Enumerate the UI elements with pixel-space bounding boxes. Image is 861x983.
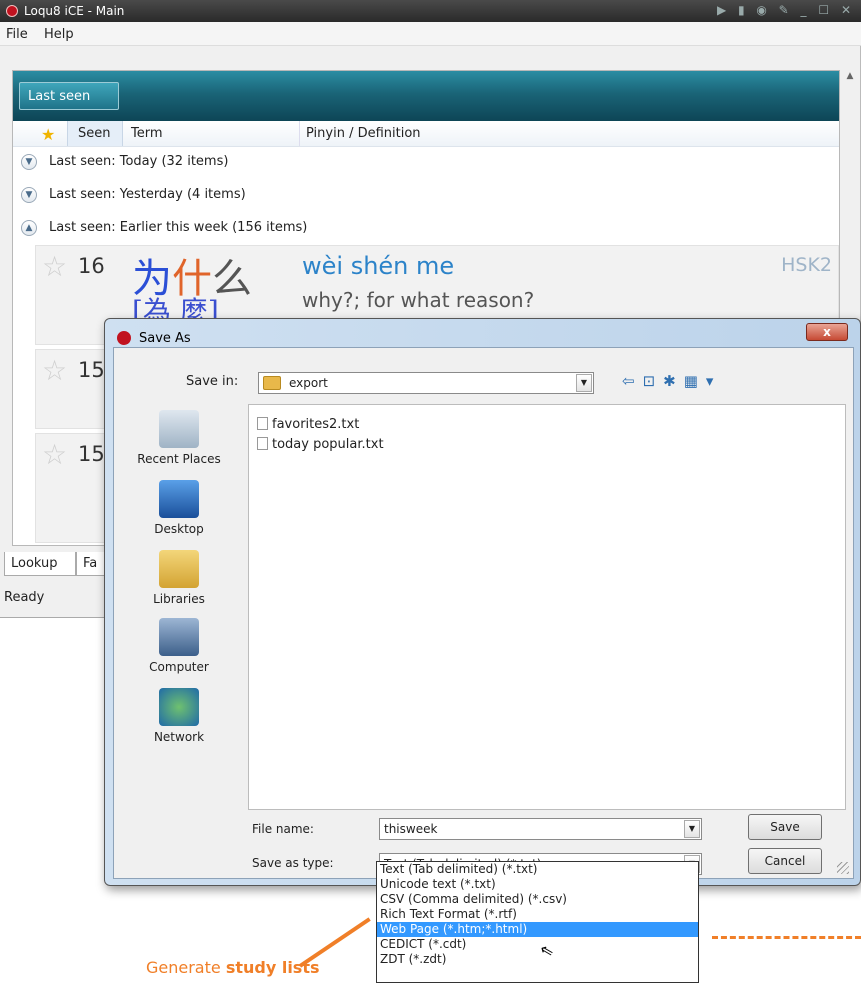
dropdown-option-highlighted[interactable]: Web Page (*.htm;*.html) [377,922,698,937]
file-name: today popular.txt [272,437,384,452]
computer-icon [159,618,199,656]
file-name-value: thisweek [384,822,438,836]
file-name: favorites2.txt [272,417,360,432]
callout-text: Generate study lists [146,958,320,977]
column-header: ★ Seen Term Pinyin / Definition [13,121,839,147]
app-logo-icon [6,5,18,17]
callout-bold: study lists [225,958,320,977]
tab-lookup[interactable]: Lookup [4,552,76,576]
callout-dashed-line [712,936,861,939]
place-label: Network [153,730,205,744]
menu-file[interactable]: File [6,27,28,42]
seen-count: 15 [78,358,105,382]
desktop-icon [159,480,199,518]
favorite-star-icon[interactable]: ☆ [42,438,67,471]
dropdown-option[interactable]: CSV (Comma delimited) (*.csv) [377,892,698,907]
favorite-star-icon[interactable]: ☆ [42,250,67,283]
save-as-type-label: Save as type: [252,856,334,870]
place-libraries[interactable]: Libraries [124,550,234,606]
folder-nav-toolbar[interactable]: ⇦⊡✱▦▾ [622,372,721,390]
recent-places-icon [159,410,199,448]
status-text: Ready [4,590,45,605]
hsk-badge: HSK2 [781,254,832,276]
column-seen[interactable]: Seen [67,121,123,146]
save-in-label: Save in: [186,374,239,389]
cancel-button[interactable]: Cancel [748,848,822,874]
dropdown-option[interactable]: Unicode text (*.txt) [377,877,698,892]
file-name-label: File name: [252,822,314,836]
place-label: Libraries [153,592,205,606]
places-bar: Recent Places Desktop Libraries Computer… [124,402,234,822]
save-as-dialog: Save As x Save in: export ▼ ⇦⊡✱▦▾ Recent… [104,318,861,886]
menu-bar: File Help [0,22,861,46]
save-in-select[interactable]: export ▼ [258,372,594,394]
back-arrow-icon[interactable]: ⇦ [622,372,643,390]
place-network[interactable]: Network [124,688,234,744]
resize-grip[interactable] [837,862,849,874]
place-label: Recent Places [137,452,221,466]
dialog-body: Save in: export ▼ ⇦⊡✱▦▾ Recent Places De… [113,347,854,879]
up-folder-icon[interactable]: ⊡ [643,372,664,390]
group-label: Last seen: Today (32 items) [49,154,229,169]
close-button[interactable]: x [806,323,848,341]
dialog-title: Save As [139,331,191,346]
save-as-type-dropdown[interactable]: Text (Tab delimited) (*.txt) Unicode tex… [376,861,699,983]
window-controls[interactable]: ▶ ▮ ◉ ✎ _ ☐ ✕ [717,3,855,17]
seen-count: 16 [78,254,105,278]
group-earlier-this-week[interactable]: ▲ Last seen: Earlier this week (156 item… [13,217,839,239]
text-file-icon [257,417,268,430]
toolband: Last seen [13,71,839,121]
group-label: Last seen: Earlier this week (156 items) [49,220,308,235]
definition-text: why?; for what reason? [302,288,535,312]
place-computer[interactable]: Computer [124,618,234,674]
dropdown-option[interactable]: Text (Tab delimited) (*.txt) [377,862,698,877]
file-item[interactable]: today popular.txt [257,437,384,452]
callout-prefix: Generate [146,958,226,977]
file-item[interactable]: favorites2.txt [257,417,359,432]
file-name-input[interactable]: thisweek ▼ [379,818,702,840]
title-bar: Loqu8 iCE - Main ▶ ▮ ◉ ✎ _ ☐ ✕ [0,0,861,22]
app-logo-icon [117,331,131,345]
save-button[interactable]: Save [748,814,822,840]
scroll-up-arrow-icon[interactable]: ▲ [841,71,859,101]
new-folder-icon[interactable]: ✱ [663,372,684,390]
dropdown-option[interactable]: Rich Text Format (*.rtf) [377,907,698,922]
expand-chevron-down-icon[interactable]: ▼ [21,154,37,170]
menu-help[interactable]: Help [44,27,74,42]
chevron-down-icon[interactable]: ▼ [576,374,592,392]
place-desktop[interactable]: Desktop [124,480,234,536]
view-menu-icon[interactable]: ▦▾ [684,372,722,390]
seen-count: 15 [78,442,105,466]
network-icon [159,688,199,726]
expand-chevron-down-icon[interactable]: ▼ [21,187,37,203]
chevron-down-icon[interactable]: ▼ [684,820,700,838]
window-title: Loqu8 iCE - Main [24,4,125,18]
favorite-star-icon[interactable]: ☆ [42,354,67,387]
pinyin-text: wèi shén me [302,252,455,280]
folder-icon [263,376,281,390]
group-today[interactable]: ▼ Last seen: Today (32 items) [13,151,839,173]
text-file-icon [257,437,268,450]
group-yesterday[interactable]: ▼ Last seen: Yesterday (4 items) [13,184,839,206]
place-recent-places[interactable]: Recent Places [124,410,234,466]
file-list[interactable]: favorites2.txt today popular.txt [248,404,846,810]
group-label: Last seen: Yesterday (4 items) [49,187,246,202]
libraries-icon [159,550,199,588]
dropdown-option[interactable]: ZDT (*.zdt) [377,952,698,967]
favorite-star-icon[interactable]: ★ [41,125,55,144]
column-pinyin[interactable]: Pinyin / Definition [299,121,421,146]
collapse-chevron-up-icon[interactable]: ▲ [21,220,37,236]
place-label: Computer [149,660,209,674]
column-term[interactable]: Term [131,126,163,141]
last-seen-tab[interactable]: Last seen [19,82,119,110]
place-label: Desktop [154,522,204,536]
save-in-value: export [289,376,328,390]
